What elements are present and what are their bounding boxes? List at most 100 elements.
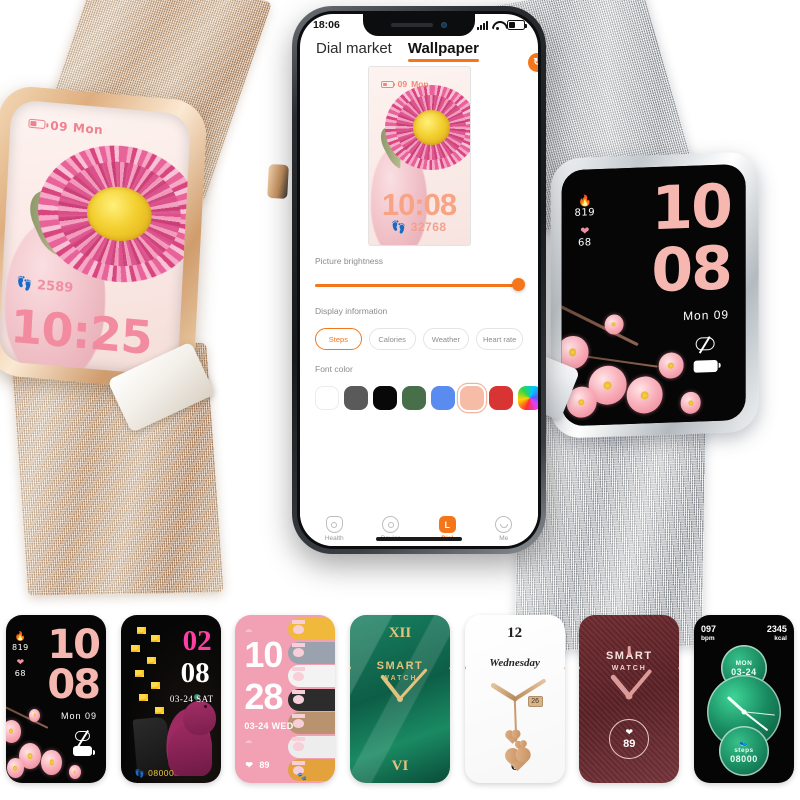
butterfly-icon [136, 626, 146, 634]
refresh-badge[interactable]: ↻ [528, 53, 538, 72]
display-information-label: Display information [315, 306, 388, 316]
swatch-blue[interactable] [431, 386, 455, 410]
hour-display: 02 [182, 625, 212, 658]
swatch-gray[interactable] [344, 386, 368, 410]
steps-value: 819 [12, 643, 29, 653]
cherry-blossom-art [6, 696, 86, 783]
preview-status-row: 09 Mon [380, 79, 429, 90]
hour-display: 10 [651, 171, 731, 245]
watch-face-thumb[interactable]: 097 bpm 2345 kcal MON 03-24 👟 steps 0800… [693, 615, 794, 783]
cat-paw [288, 712, 336, 735]
chip-calories[interactable]: Calories [368, 328, 416, 350]
hour-tick [627, 646, 631, 656]
nav-me[interactable]: Me [481, 516, 527, 542]
heart-metric: ❤ 68 [12, 659, 29, 679]
phone-screen: 18:06 Dial market Wallpaper 09 Mon 10:08… [300, 14, 538, 546]
bpm-unit: bpm [700, 634, 715, 642]
date-display: 03-24 SAT [169, 693, 214, 704]
heart-value: 68 [14, 669, 26, 679]
brightness-slider[interactable] [315, 278, 525, 292]
slider-thumb[interactable] [512, 278, 525, 291]
chip-steps[interactable]: Steps [315, 328, 362, 350]
wifi-icon [492, 21, 504, 30]
swatch-peach[interactable] [460, 386, 484, 410]
tab-bar: Dial market Wallpaper [300, 36, 538, 62]
swatch-white[interactable] [315, 386, 339, 410]
cherry-blossom-art [561, 288, 709, 426]
chip-heart-rate[interactable]: Heart rate [476, 328, 523, 350]
phone-bezel: 18:06 Dial market Wallpaper 09 Mon 10:08… [297, 11, 541, 549]
blossom-flower [6, 752, 29, 783]
watch-face-thumb[interactable]: 🔥 819 ❤ 68 10 08 Mon 09 [6, 615, 106, 783]
cat-paw [288, 618, 336, 641]
watch-face-thumb[interactable]: SMART WATCH ❤ 89 [579, 615, 680, 783]
steps-subdial: 👟 steps 08000 [718, 726, 769, 777]
dino-character [164, 694, 217, 777]
steps-icon: 👣 [16, 276, 33, 293]
crown-button[interactable] [267, 163, 289, 199]
battery-label: 09 [397, 79, 408, 90]
phone-mockup: 18:06 Dial market Wallpaper 09 Mon 10:08… [292, 6, 546, 554]
footsteps-icon: 👣 [391, 220, 407, 235]
phone-notch [363, 14, 475, 36]
blossom-bud [680, 391, 701, 414]
battery-icon [380, 80, 396, 88]
hour-display: 10 [244, 633, 283, 675]
watch-face-thumb[interactable]: ☁ ☁ 🐾 10 28 03-24 WED ❤ 89 [235, 615, 336, 783]
branch-shape [585, 355, 658, 368]
watch-gold: 09 Mon 👣 2589 10:25 [0, 0, 322, 596]
steps-label: steps [734, 746, 754, 754]
steps-value: 08000 [730, 753, 758, 764]
nav-health-label: Health [324, 535, 344, 542]
kcal-unit: kcal [774, 634, 787, 642]
hand-pivot [396, 696, 403, 702]
kcal-metric: 2345 kcal [767, 624, 787, 642]
tab-dial-market[interactable]: Dial market [316, 40, 392, 62]
heart-metric: ❤ 68 [575, 224, 596, 249]
chip-weather[interactable]: Weather [422, 328, 470, 350]
watch-face-thumb[interactable]: XII VI SMART WATCH [349, 615, 450, 783]
hand-pivot [741, 709, 747, 715]
minute-display: 28 [244, 675, 283, 717]
swatch-green[interactable] [402, 386, 426, 410]
flame-icon: 🔥 [577, 193, 592, 208]
date-weekday: MON [735, 659, 753, 667]
heart-rate-subdial: ❤ 89 [609, 719, 650, 760]
blossom-bud [29, 708, 41, 722]
display-information-options: Steps Calories Weather Heart rate [315, 328, 523, 350]
heart-rate-display: ❤ 89 [245, 760, 269, 771]
swatch-red[interactable] [489, 386, 513, 410]
flame-icon: 🔥 [14, 632, 26, 643]
watch-screen: 🔥 819 ❤ 68 10 08 Mon 09 [561, 163, 746, 427]
battery-icon [28, 118, 46, 130]
watch-face-thumb[interactable]: 12 6 Wednesday 26 [464, 615, 565, 783]
blossom-bud [604, 313, 624, 335]
swatch-rainbow[interactable] [518, 386, 538, 410]
brand-name: SMART [376, 660, 424, 673]
dino-eye [204, 705, 208, 709]
heart-rate-value: 89 [259, 760, 270, 771]
font-color-label: Font color [315, 364, 353, 374]
front-camera [441, 22, 447, 28]
swatch-black[interactable] [373, 386, 397, 410]
wallpaper-preview-area: 09 Mon 10:08 👣 32768 ↻ [300, 53, 538, 246]
home-indicator[interactable] [376, 537, 462, 541]
minute-hand [398, 668, 428, 701]
steps-metric: 🔥 819 [12, 632, 29, 653]
tab-wallpaper[interactable]: Wallpaper [407, 40, 480, 62]
paw-icon: 🐾 [297, 772, 308, 782]
cat-paw [288, 735, 336, 758]
wallpaper-preview[interactable]: 09 Mon 10:08 👣 32768 [367, 66, 471, 246]
heart-icon: ❤ [245, 760, 253, 771]
butterfly-icon [146, 657, 156, 664]
watch-face-thumb[interactable]: 02 08 03-24 SAT 08000 [120, 615, 221, 783]
preview-time: 10:08 [381, 187, 457, 223]
watch-face-gallery: 🔥 819 ❤ 68 10 08 Mon 09 02 08 03-24 SAT … [0, 604, 800, 794]
nav-health[interactable]: Health [311, 516, 357, 542]
butterfly-icon [130, 645, 140, 653]
blossom-dial: 🔥 819 ❤ 68 10 08 Mon 09 [561, 163, 746, 427]
steps-value: 819 [574, 206, 596, 219]
bpm-metric: 097 bpm [700, 624, 716, 642]
cloud-icon: ☁ [244, 735, 253, 745]
daisy-flower [384, 84, 470, 171]
